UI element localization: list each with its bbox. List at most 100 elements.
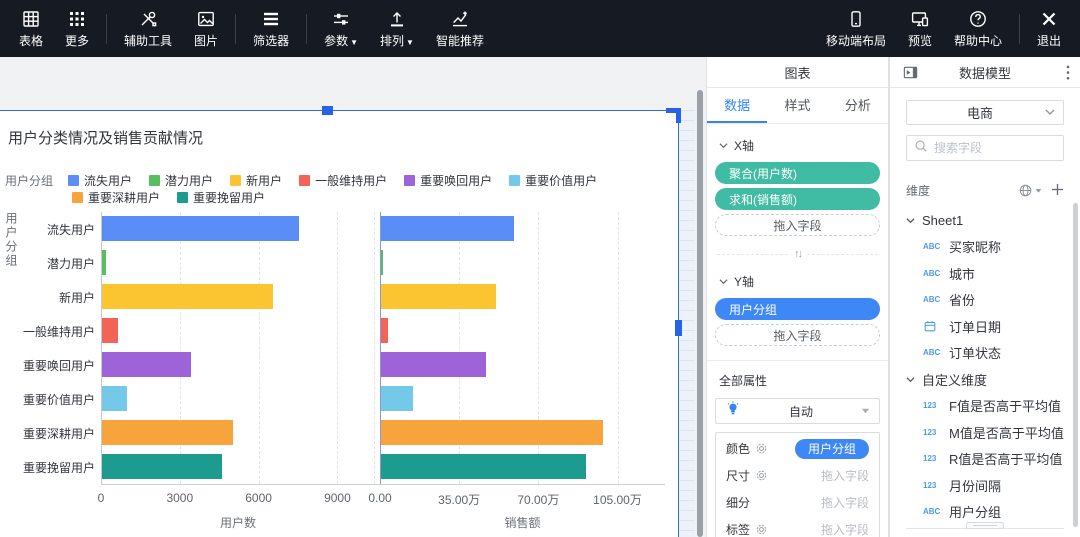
bar-一般维持用户[interactable] xyxy=(102,318,118,343)
dataset-select[interactable]: 电商 xyxy=(906,100,1064,125)
bar-重要唤回用户[interactable] xyxy=(102,352,191,377)
chevron-down-icon xyxy=(906,375,915,384)
legend-item[interactable]: 重要价值用户 xyxy=(509,172,597,189)
y-axis-section-header[interactable]: Y轴 xyxy=(719,273,880,290)
collapse-panel-icon[interactable] xyxy=(902,64,919,84)
panel-splitter[interactable] xyxy=(906,528,1064,529)
toolbar-item-params[interactable]: 参数▼ xyxy=(313,0,369,57)
legend-item[interactable]: 重要唤回用户 xyxy=(404,172,492,189)
toolbar-item-tools[interactable]: 辅助工具 xyxy=(113,0,183,57)
add-field-icon[interactable] xyxy=(1051,183,1064,199)
property-drop-placeholder[interactable]: 拖入字段 xyxy=(821,467,869,484)
toolbar-item-help[interactable]: 帮助中心 xyxy=(943,0,1013,57)
x-axis-field-pill[interactable]: 聚合(用户数) xyxy=(715,162,880,184)
chevron-down-icon xyxy=(719,139,728,153)
x-axis-section-header[interactable]: X轴 xyxy=(719,137,880,154)
toolbar-item-smart[interactable]: 智能推荐 xyxy=(425,0,495,57)
resize-handle-right[interactable] xyxy=(675,320,682,336)
field-search[interactable] xyxy=(906,135,1064,161)
toolbar-item-mobile[interactable]: 移动端布局 xyxy=(815,0,897,57)
tab-样式[interactable]: 样式 xyxy=(767,88,827,123)
bar-重要挽留用户[interactable] xyxy=(381,454,586,479)
legend-item[interactable]: 重要挽留用户 xyxy=(177,189,265,206)
x-axis-tick-label: 9000 xyxy=(324,491,351,505)
toolbar-item-arrange[interactable]: 排列▼ xyxy=(369,0,425,57)
y-axis-section-label: Y轴 xyxy=(734,273,754,290)
legend-item[interactable]: 流失用户 xyxy=(68,172,132,189)
y-axis-drop-zone[interactable]: 拖入字段 xyxy=(715,324,880,346)
panel-scrollbar[interactable] xyxy=(1073,203,1078,527)
y-axis-field-pill[interactable]: 用户分组 xyxy=(715,298,880,320)
property-field-pill[interactable]: 用户分组 xyxy=(795,439,869,459)
field-item[interactable]: 订单日期 xyxy=(906,313,1064,340)
chart-type-dropdown[interactable]: 自动 xyxy=(715,398,880,424)
params-icon xyxy=(331,9,351,29)
smart-icon xyxy=(450,9,470,29)
gear-icon[interactable] xyxy=(755,442,768,455)
all-properties-label: 全部属性 xyxy=(719,372,876,389)
dataset-value: 电商 xyxy=(915,103,1045,122)
splitter-handle[interactable] xyxy=(966,522,1004,529)
field-group-自定义维度[interactable]: 自定义维度 xyxy=(906,366,1064,393)
toolbar-separator xyxy=(106,14,107,44)
field-item[interactable]: 123F值是否高于平均值 xyxy=(906,393,1064,420)
field-item[interactable]: ABC订单状态 xyxy=(906,340,1064,367)
toolbar-item-filter[interactable]: 筛选器 xyxy=(242,0,300,57)
bar-重要唤回用户[interactable] xyxy=(381,352,486,377)
field-item[interactable]: ABC城市 xyxy=(906,260,1064,287)
legend-item[interactable]: 新用户 xyxy=(230,172,282,189)
x-axis-drop-zone[interactable]: 拖入字段 xyxy=(715,214,880,236)
gear-icon[interactable] xyxy=(755,523,768,536)
field-item[interactable]: 123M值是否高于平均值 xyxy=(906,419,1064,446)
dimension-label: 维度 xyxy=(906,182,930,199)
resize-handle-top-right[interactable] xyxy=(666,108,681,123)
legend-swatch xyxy=(68,175,79,186)
toolbar-item-preview[interactable]: 预览 xyxy=(897,0,943,57)
bar-新用户[interactable] xyxy=(102,284,273,309)
properties-box: 颜色用户分组尺寸拖入字段细分拖入字段标签拖入字段 xyxy=(715,432,880,537)
resize-handle-top[interactable] xyxy=(322,106,333,115)
bar-流失用户[interactable] xyxy=(381,216,514,241)
property-row-细分: 细分拖入字段 xyxy=(716,489,879,516)
bar-重要深耕用户[interactable] xyxy=(381,420,603,445)
tab-数据[interactable]: 数据 xyxy=(707,88,767,123)
field-item[interactable]: ABC买家昵称 xyxy=(906,234,1064,261)
chevron-down-icon xyxy=(1045,104,1055,122)
field-search-input[interactable] xyxy=(934,141,1056,155)
chart-widget[interactable]: 用户分类情况及销售贡献情况 用户分组流失用户潜力用户新用户一般维持用户重要唤回用… xyxy=(0,110,679,537)
bar-一般维持用户[interactable] xyxy=(381,318,388,343)
field-item[interactable]: 123月份间隔 xyxy=(906,472,1064,499)
bar-重要价值用户[interactable] xyxy=(102,386,127,411)
toolbar-item-grid[interactable]: 更多 xyxy=(54,0,100,57)
tab-分析[interactable]: 分析 xyxy=(828,88,888,123)
property-drop-placeholder[interactable]: 拖入字段 xyxy=(821,521,869,537)
bar-潜力用户[interactable] xyxy=(102,250,106,275)
gear-icon[interactable] xyxy=(755,469,768,482)
globe-filter-icon[interactable] xyxy=(1018,183,1042,198)
toolbar-item-exit[interactable]: 退出 xyxy=(1026,0,1072,57)
bar-流失用户[interactable] xyxy=(102,216,299,241)
bar-新用户[interactable] xyxy=(381,284,496,309)
canvas-scrollbar[interactable] xyxy=(697,90,703,537)
legend-item[interactable]: 一般维持用户 xyxy=(299,172,387,189)
dashboard-canvas[interactable]: 用户分类情况及销售贡献情况 用户分组流失用户潜力用户新用户一般维持用户重要唤回用… xyxy=(0,57,706,537)
field-name: 月份间隔 xyxy=(949,476,1001,495)
help-icon xyxy=(968,9,988,29)
legend-item[interactable]: 重要深耕用户 xyxy=(72,189,160,206)
gridline xyxy=(618,212,619,484)
bar-潜力用户[interactable] xyxy=(381,250,383,275)
legend-item[interactable]: 潜力用户 xyxy=(149,172,213,189)
field-group-Sheet1[interactable]: Sheet1 xyxy=(906,207,1064,234)
bar-重要价值用户[interactable] xyxy=(381,386,413,411)
toolbar-item-table[interactable]: 表格 xyxy=(8,0,54,57)
toolbar-item-image[interactable]: 图片 xyxy=(183,0,229,57)
swap-axes-divider[interactable]: ↑↓ xyxy=(717,248,878,260)
bar-重要挽留用户[interactable] xyxy=(102,454,222,479)
field-item[interactable]: 123R值是否高于平均值 xyxy=(906,446,1064,473)
x-axis-field-pill[interactable]: 求和(销售额) xyxy=(715,188,880,210)
bar-重要深耕用户[interactable] xyxy=(102,420,233,445)
property-drop-placeholder[interactable]: 拖入字段 xyxy=(821,494,869,511)
field-item[interactable]: ABC省份 xyxy=(906,287,1064,314)
legend-swatch xyxy=(72,192,83,203)
more-menu-icon[interactable] xyxy=(1066,65,1070,83)
